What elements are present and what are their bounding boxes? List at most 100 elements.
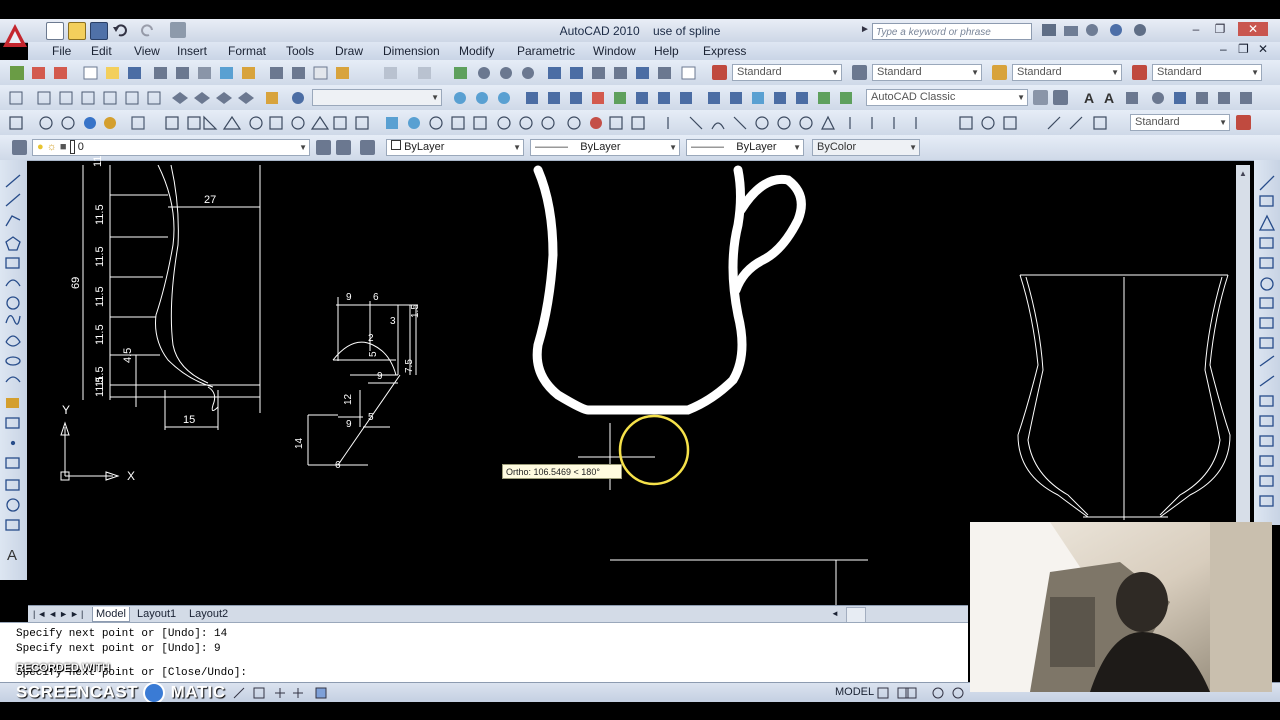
view-select[interactable]: ▼	[312, 89, 442, 106]
dim-label: 11.5	[94, 376, 106, 397]
redo-icon[interactable]	[140, 22, 156, 38]
dim-label: 7.5	[404, 359, 415, 373]
menu-draw[interactable]: Draw	[335, 44, 363, 58]
menu-window[interactable]: Window	[593, 44, 636, 58]
horizontal-scroll-left-icon[interactable]: ◄	[828, 607, 842, 621]
workspace-select[interactable]: AutoCAD Classic ▼	[866, 89, 1028, 106]
view-style-select[interactable]: Standard ▼	[1130, 114, 1230, 131]
menu-help[interactable]: Help	[654, 44, 679, 58]
freeze-icon: ☼	[46, 141, 57, 153]
minimize-button[interactable]: –	[1186, 22, 1206, 36]
standard-toolbar-icons[interactable]	[8, 65, 708, 81]
status-tool-icons[interactable]	[876, 686, 966, 700]
color-swatch	[391, 140, 401, 150]
tab-layout2[interactable]: Layout2	[186, 607, 231, 621]
layer-properties-icon[interactable]	[12, 140, 27, 155]
dim-style-icon[interactable]	[852, 65, 867, 80]
modeling-toolbar-icons[interactable]	[8, 115, 1128, 131]
lock-icon: ■	[59, 141, 67, 153]
multileader-icon[interactable]	[1236, 115, 1251, 130]
linetype-select[interactable]: ——— ByLayer ▼	[530, 139, 680, 156]
dim-label: 11.5	[92, 146, 104, 167]
scroll-up-icon[interactable]: ▲	[1239, 169, 1247, 178]
cursor-highlight-ring	[618, 414, 690, 486]
search-input[interactable]: Type a keyword or phrase	[872, 23, 1032, 40]
menu-modify[interactable]: Modify	[459, 44, 494, 58]
lineweight-select[interactable]: ——— ByLayer ▼	[686, 139, 804, 156]
toolbar-lock-icon[interactable]	[1053, 90, 1068, 105]
color-select[interactable]: ByLayer ▼	[386, 139, 524, 156]
mleader-style-icon[interactable]	[1132, 65, 1147, 80]
layer-previous-icon[interactable]	[336, 140, 351, 155]
watermark-recorded-with: RECORDED WITH	[16, 662, 111, 674]
workspace-settings-icon[interactable]	[1033, 90, 1048, 105]
model-space-toggle[interactable]: MODEL	[835, 686, 874, 698]
dim-label: 2	[368, 333, 374, 344]
ucs-x-label: X	[127, 469, 136, 483]
menu-edit[interactable]: Edit	[91, 44, 112, 58]
svg-text:A: A	[1084, 90, 1094, 106]
open-icon[interactable]	[68, 22, 86, 40]
search-expand-icon[interactable]: ►	[860, 24, 870, 35]
draw-toolbar-icons[interactable]: A	[0, 160, 27, 580]
text-style-icon[interactable]	[712, 65, 727, 80]
infocenter-tools[interactable]	[1040, 22, 1146, 38]
ucs-y-label: Y	[62, 403, 71, 417]
dim-label: 11.5	[94, 324, 106, 345]
menu-parametric[interactable]: Parametric	[517, 44, 575, 58]
tab-layout1[interactable]: Layout1	[134, 607, 179, 621]
svg-text:A: A	[7, 547, 17, 564]
dim-label: 3	[390, 316, 396, 327]
menu-tools[interactable]: Tools	[286, 44, 314, 58]
dim-label: 27	[204, 194, 217, 206]
drafting-settings-icons[interactable]	[232, 686, 352, 700]
layer-select[interactable]: ● ☼ ■ 0 ▼	[32, 139, 310, 156]
table-style-select[interactable]: Standard ▼	[1012, 64, 1122, 81]
command-window[interactable]: Specify next point or [Undo]: 14 Specify…	[0, 622, 968, 686]
profile-drawing	[82, 165, 261, 430]
view-toolbar-icons[interactable]	[8, 90, 308, 106]
restore-button[interactable]: ❐	[1210, 22, 1230, 36]
menu-format[interactable]: Format	[228, 44, 266, 58]
doc-restore-icon[interactable]: ❐	[1238, 42, 1249, 56]
undo-icon[interactable]	[112, 22, 128, 38]
command-history-line: Specify next point or [Undo]: 14	[16, 628, 228, 640]
dim-label: 11.5	[94, 246, 106, 267]
modify-toolbar	[1254, 160, 1280, 525]
dim-style-select[interactable]: Standard ▼	[872, 64, 982, 81]
dim-label: 6	[335, 460, 341, 471]
menu-insert[interactable]: Insert	[177, 44, 207, 58]
text-toolbar-icons[interactable]: A A	[1082, 90, 1262, 106]
tab-model[interactable]: Model	[92, 607, 130, 622]
horizontal-scroll-thumb[interactable]	[846, 607, 866, 623]
ortho-tooltip: Ortho: 106.5469 < 180°	[502, 464, 622, 479]
new-icon[interactable]	[46, 22, 64, 40]
application-menu-button[interactable]	[2, 21, 28, 51]
layer-states-icon[interactable]	[360, 140, 375, 155]
draw-toolbar: A	[0, 160, 27, 580]
svg-text:A: A	[1104, 90, 1114, 106]
autocad-logo-icon	[3, 24, 27, 47]
save-icon[interactable]	[90, 22, 108, 40]
dim-label: 5	[368, 351, 379, 357]
menu-view[interactable]: View	[134, 44, 160, 58]
doc-minimize-icon[interactable]: –	[1220, 42, 1227, 56]
menu-file[interactable]: File	[52, 44, 71, 58]
mleader-style-select[interactable]: Standard ▼	[1152, 64, 1262, 81]
menu-dimension[interactable]: Dimension	[383, 44, 440, 58]
ucs-toolbar-icons[interactable]	[450, 90, 860, 106]
make-current-icon[interactable]	[316, 140, 331, 155]
modify-toolbar-icons[interactable]	[1254, 160, 1280, 525]
doc-close-icon[interactable]: ✕	[1258, 42, 1268, 56]
text-style-select[interactable]: Standard ▼	[732, 64, 842, 81]
dim-label: 15	[183, 414, 196, 426]
table-style-icon[interactable]	[992, 65, 1007, 80]
plotstyle-select[interactable]: ByColor ▼	[812, 139, 920, 156]
watermark-screencast-matic: SCREENCAST MATIC	[16, 682, 226, 704]
menu-express[interactable]: Express	[703, 44, 746, 58]
ucs-icon	[60, 421, 120, 481]
plot-icon[interactable]	[170, 22, 186, 38]
tab-navigation-arrows[interactable]: |◄◄►►|	[30, 607, 88, 621]
close-button[interactable]: ✕	[1238, 22, 1268, 36]
webcam-overlay	[970, 522, 1272, 692]
